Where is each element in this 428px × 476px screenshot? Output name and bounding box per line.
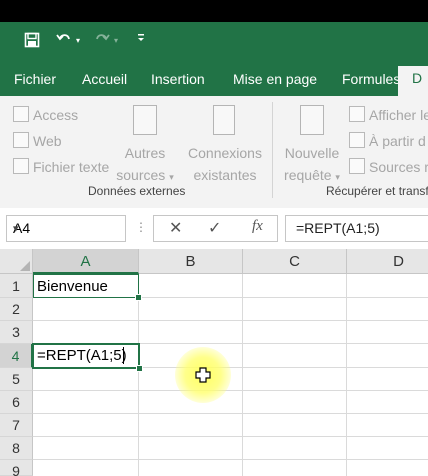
redo-dropdown-icon: ▾	[114, 36, 119, 45]
name-box[interactable]: A4 ▾	[6, 215, 126, 242]
text-caret	[123, 347, 124, 364]
row-header-5[interactable]: 5	[0, 368, 33, 391]
formula-bar-grip-icon[interactable]: ⋮	[135, 220, 147, 234]
a1-handle	[135, 294, 142, 301]
dropdown-arrow-icon: ▾	[169, 172, 174, 182]
tab-mise-en-page[interactable]: Mise en page	[233, 62, 317, 96]
insert-function-icon[interactable]: fx	[252, 218, 263, 235]
column-header-d[interactable]: D	[347, 249, 428, 274]
copy-reference-border-a1	[33, 274, 142, 301]
show-queries-icon	[349, 106, 365, 122]
column-header-b[interactable]: B	[139, 249, 243, 274]
formula-input[interactable]: =REPT(A1;5)	[285, 215, 428, 242]
group-label-external-data: Données externes	[88, 184, 186, 198]
row-header-7[interactable]: 7	[0, 414, 33, 437]
ribbon-recent-sources[interactable]: Sources re	[349, 158, 428, 175]
text-file-icon	[13, 158, 29, 174]
fill-handle[interactable]	[136, 365, 143, 372]
tab-formules[interactable]: Formules	[342, 62, 400, 96]
tab-fichier[interactable]: Fichier	[14, 62, 56, 96]
cell-select-cursor-icon	[195, 367, 211, 383]
excel-window: ▾ ▾ Fichier Accueil Insertion Mise en pa…	[0, 0, 428, 476]
recent-sources-icon	[349, 158, 365, 174]
top-black-bar	[0, 0, 428, 22]
group-label-get-transform: Récupérer et transfo	[326, 184, 428, 198]
formula-buttons: ✕ ✓ fx	[153, 215, 278, 242]
column-header-a[interactable]: A	[33, 249, 139, 274]
customize-toolbar-icon[interactable]	[136, 31, 146, 53]
redo-icon	[94, 31, 110, 53]
formula-bar: A4 ▾ ⋮ ✕ ✓ fx =REPT(A1;5)	[0, 208, 428, 248]
row-header-1[interactable]: 1	[0, 274, 33, 298]
cancel-icon[interactable]: ✕	[169, 218, 182, 238]
tab-accueil[interactable]: Accueil	[82, 62, 127, 96]
ribbon-tabs: Fichier Accueil Insertion Mise en page F…	[0, 62, 428, 96]
ribbon-other-sources[interactable]: Autres sources ▾	[110, 142, 180, 188]
ribbon-panel: Access Web Fichier texte Autres sources …	[0, 96, 428, 209]
access-icon	[13, 106, 29, 122]
table-icon	[349, 132, 365, 148]
ribbon-show-queries[interactable]: Afficher le	[349, 106, 428, 123]
undo-icon[interactable]	[56, 31, 72, 53]
ribbon-new-query[interactable]: Nouvelle requête ▾	[278, 142, 346, 188]
ribbon-web[interactable]: Web	[13, 132, 62, 149]
row-header-9[interactable]: 9	[0, 460, 33, 476]
row-header-2[interactable]: 2	[0, 298, 33, 321]
row-header-4[interactable]: 4	[0, 344, 33, 368]
row-header-3[interactable]: 3	[0, 321, 33, 344]
quick-access-toolbar: ▾ ▾	[0, 22, 428, 62]
dropdown-arrow-icon: ▾	[335, 172, 340, 182]
ribbon-separator	[272, 102, 273, 198]
enter-icon[interactable]: ✓	[208, 218, 221, 238]
web-icon	[13, 132, 29, 148]
column-header-c[interactable]: C	[243, 249, 347, 274]
save-icon[interactable]	[24, 32, 40, 54]
ribbon-from-table[interactable]: À partir d	[349, 132, 426, 149]
row-header-8[interactable]: 8	[0, 437, 33, 460]
ribbon-text-file[interactable]: Fichier texte	[13, 158, 109, 175]
tab-donnees[interactable]: D	[398, 66, 428, 96]
ribbon-access[interactable]: Access	[13, 106, 78, 123]
other-sources-icon	[133, 105, 157, 135]
ribbon-existing-connections[interactable]: Connexions existantes	[185, 142, 265, 186]
undo-dropdown-icon[interactable]: ▾	[76, 31, 80, 51]
tab-insertion[interactable]: Insertion	[151, 62, 205, 96]
connections-icon	[213, 105, 235, 135]
name-box-dropdown-icon[interactable]: ▾	[13, 217, 119, 242]
select-all-button[interactable]	[0, 249, 33, 274]
new-query-icon	[300, 105, 324, 135]
select-all-triangle-icon	[20, 261, 30, 271]
row-header-6[interactable]: 6	[0, 391, 33, 414]
